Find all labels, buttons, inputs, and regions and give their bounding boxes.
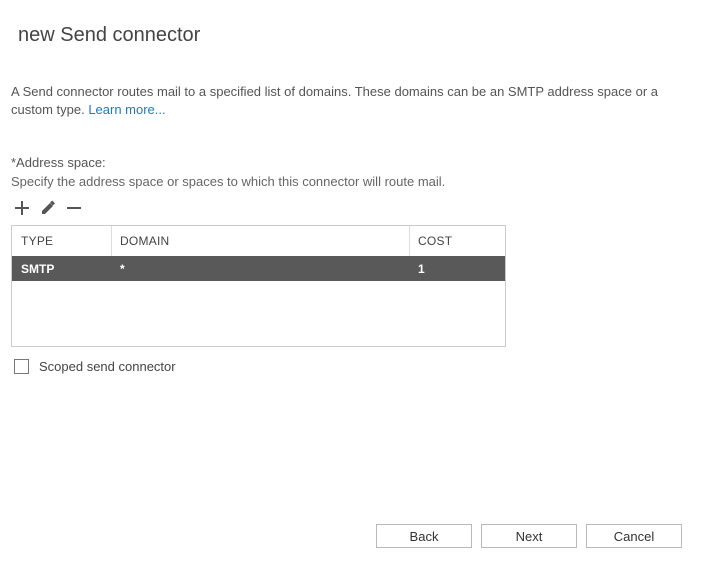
- page-title: new Send connector: [18, 24, 704, 47]
- grid-header-row: TYPE DOMAIN COST: [12, 226, 505, 256]
- address-space-hint: Specify the address space or spaces to w…: [11, 174, 704, 189]
- scoped-checkbox-row[interactable]: Scoped send connector: [14, 359, 704, 374]
- table-row[interactable]: SMTP * 1: [12, 256, 505, 281]
- col-header-cost[interactable]: COST: [410, 226, 505, 256]
- scoped-checkbox[interactable]: [14, 359, 29, 374]
- minus-icon: [66, 200, 82, 216]
- address-space-toolbar: [13, 199, 704, 217]
- col-header-type[interactable]: TYPE: [12, 226, 112, 256]
- description-text: A Send connector routes mail to a specif…: [11, 83, 686, 119]
- scoped-label: Scoped send connector: [39, 359, 176, 374]
- plus-icon: [14, 200, 30, 216]
- back-button[interactable]: Back: [376, 524, 472, 548]
- cell-type: SMTP: [12, 262, 112, 276]
- address-space-grid: TYPE DOMAIN COST SMTP * 1: [11, 225, 506, 347]
- learn-more-link[interactable]: Learn more...: [88, 102, 165, 117]
- pencil-icon: [40, 200, 56, 216]
- cancel-button[interactable]: Cancel: [586, 524, 682, 548]
- remove-button[interactable]: [65, 199, 83, 217]
- col-header-domain[interactable]: DOMAIN: [112, 226, 410, 256]
- next-button[interactable]: Next: [481, 524, 577, 548]
- wizard-footer: Back Next Cancel: [376, 524, 682, 548]
- grid-body: SMTP * 1: [12, 256, 505, 346]
- address-space-label: *Address space:: [11, 155, 704, 170]
- edit-button[interactable]: [39, 199, 57, 217]
- cell-cost: 1: [410, 262, 505, 276]
- cell-domain: *: [112, 262, 410, 276]
- add-button[interactable]: [13, 199, 31, 217]
